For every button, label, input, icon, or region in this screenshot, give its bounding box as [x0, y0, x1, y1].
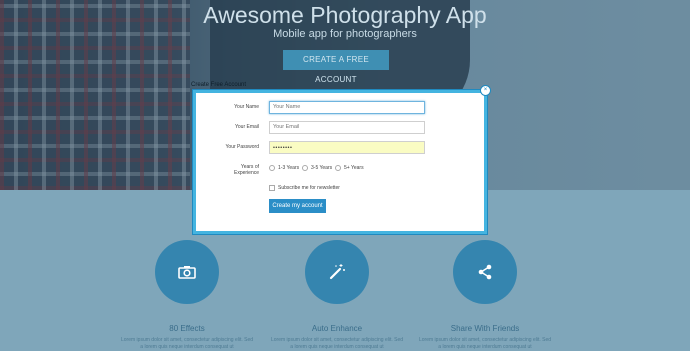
name-label: Your Name [234, 104, 259, 110]
feature-title: 80 Effects [169, 324, 205, 333]
feature-title: Share With Friends [450, 324, 520, 333]
years-label-line2: Experience [233, 170, 259, 176]
camera-icon [178, 266, 196, 279]
name-input[interactable] [269, 101, 425, 114]
email-input[interactable] [269, 121, 425, 134]
feature-title: Auto Enhance [311, 324, 363, 333]
years-radio-1-3[interactable] [269, 165, 275, 171]
years-option-label: 3-5 Years [311, 165, 333, 171]
feature-description: Lorem ipsum dolor sit amet, consectetur … [271, 337, 404, 350]
feature-description: Lorem ipsum dolor sit amet, consectetur … [121, 337, 254, 350]
feature-circle [453, 240, 517, 304]
email-label: Your Email [235, 124, 259, 130]
years-radio-3-5[interactable] [302, 165, 308, 171]
feature-circle [155, 240, 219, 304]
feature-circle [305, 240, 369, 304]
modal-title: Create Free Account [191, 82, 247, 88]
hero-subtitle: Mobile app for photographers [273, 28, 417, 40]
years-option-label: 5+ Years [344, 165, 364, 171]
password-input[interactable]: •••••••• [269, 141, 425, 154]
newsletter-checkbox[interactable] [269, 185, 275, 191]
share-icon [478, 264, 492, 280]
feature-auto-enhance: Auto Enhance Lorem ipsum dolor sit amet,… [267, 240, 407, 351]
create-account-button[interactable]: Create my account [269, 199, 326, 213]
password-label: Your Password [225, 144, 259, 150]
newsletter-label: Subscribe me for newsletter [278, 185, 340, 191]
feature-share: Share With Friends Lorem ipsum dolor sit… [415, 240, 555, 351]
create-free-account-button[interactable]: CREATE A FREE ACCOUNT [283, 50, 389, 84]
feature-effects: 80 Effects Lorem ipsum dolor sit amet, c… [117, 240, 257, 351]
magic-wand-icon [329, 264, 345, 280]
years-option-label: 1-3 Years [278, 165, 300, 171]
hero-title: Awesome Photography App [203, 2, 487, 28]
close-icon[interactable]: × [480, 85, 491, 96]
feature-description: Lorem ipsum dolor sit amet, consectetur … [419, 337, 552, 350]
years-radio-5-plus[interactable] [335, 165, 341, 171]
